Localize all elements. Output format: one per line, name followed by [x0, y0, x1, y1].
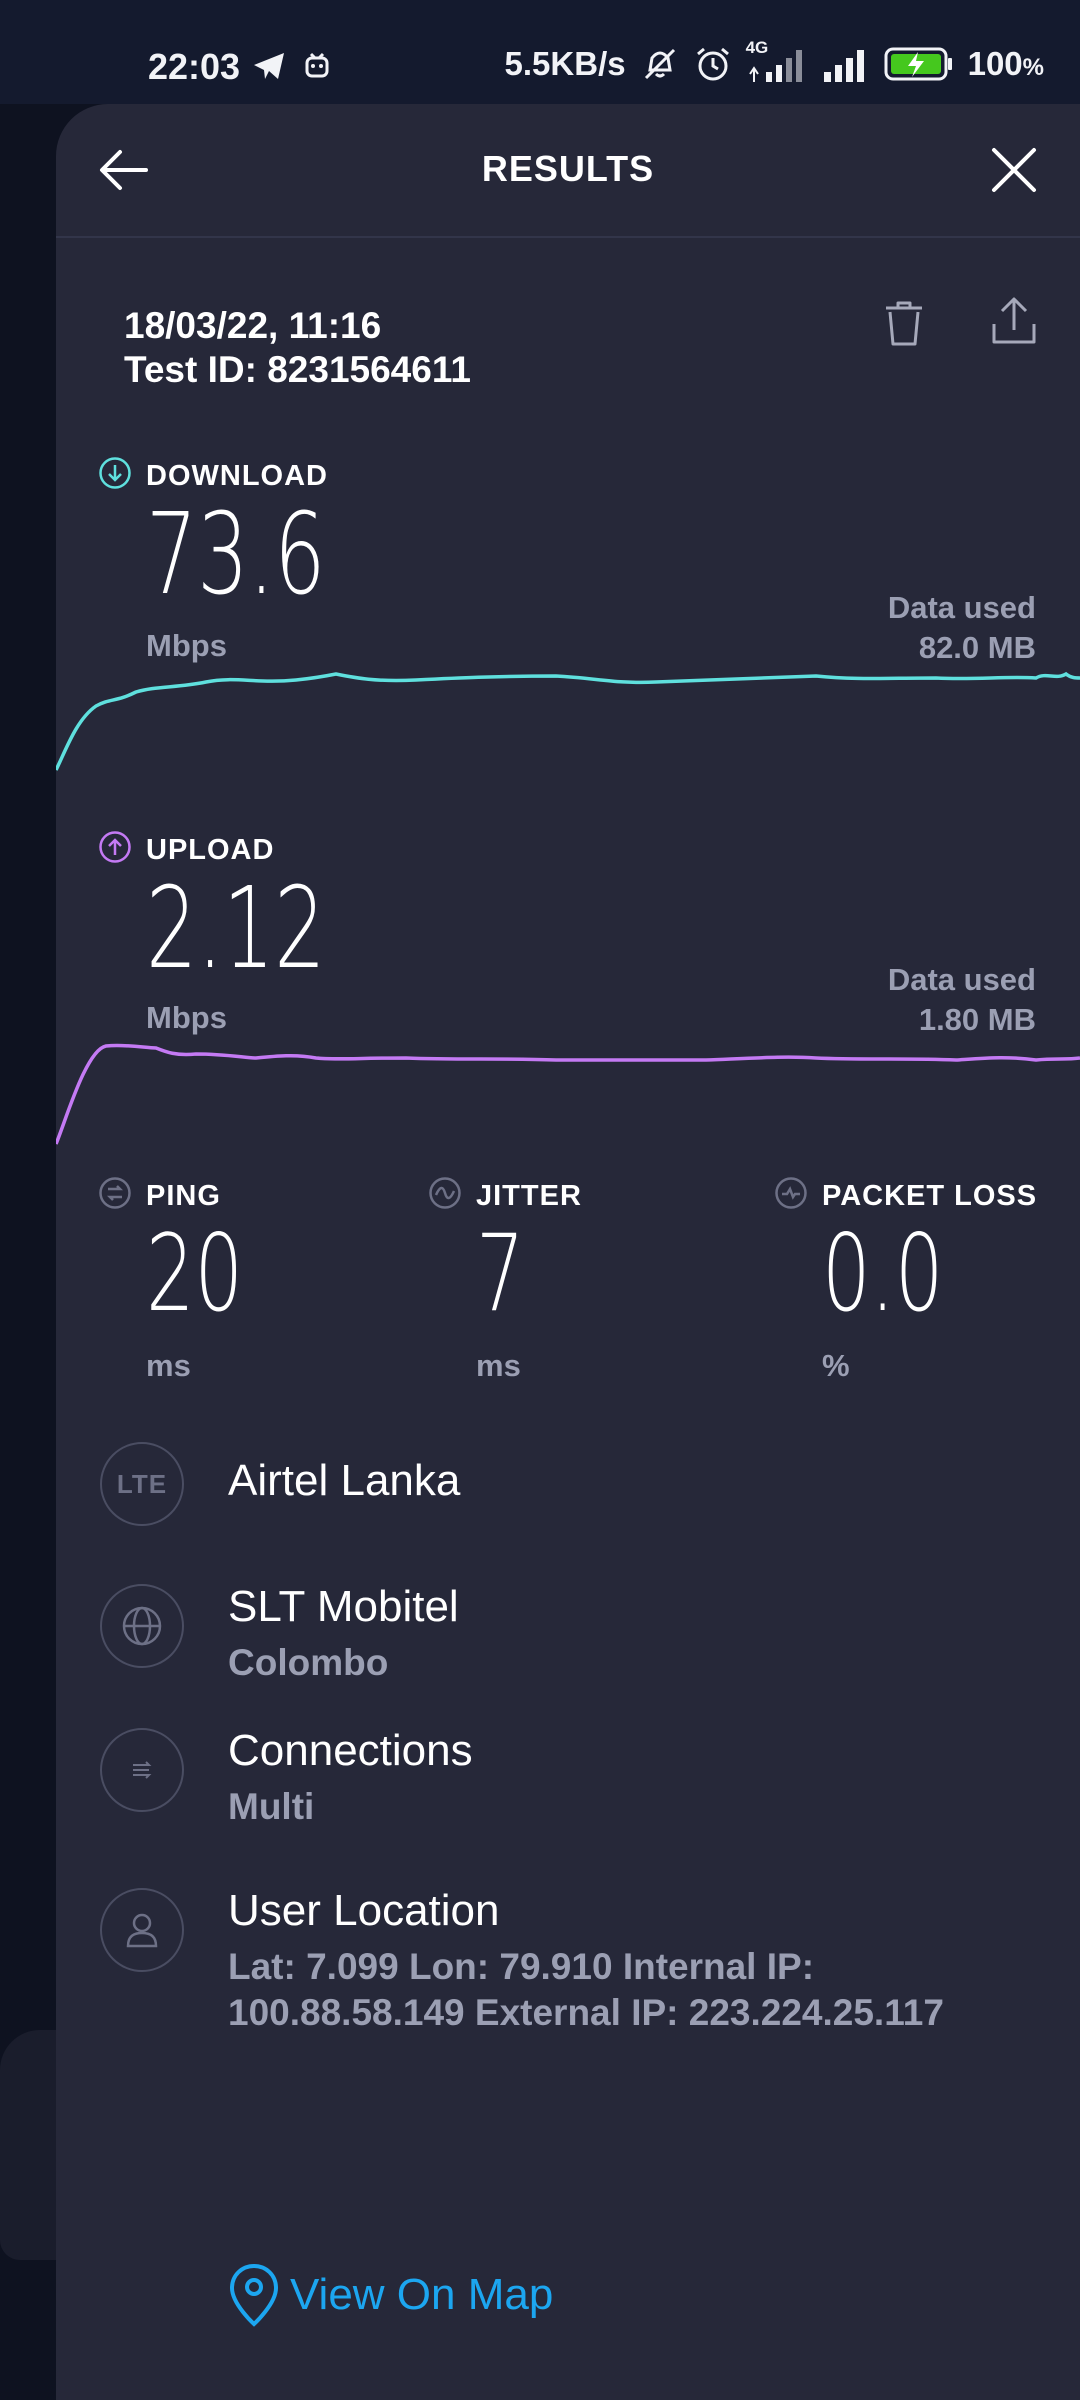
connections-title: Connections	[228, 1726, 473, 1775]
user-location-title: User Location	[228, 1886, 500, 1935]
upload-value: 2.12	[146, 864, 326, 994]
test-id: Test ID: 8231564611	[124, 349, 471, 390]
jitter-label: JITTER	[476, 1180, 582, 1212]
view-on-map-label: View On Map	[290, 2270, 554, 2319]
ping-label: PING	[146, 1180, 221, 1212]
globe-icon	[100, 1584, 184, 1668]
connections-mode: Multi	[228, 1786, 315, 1827]
ping-unit: ms	[146, 1348, 191, 1383]
user-location-details: Lat: 7.099 Lon: 79.910 Internal IP: 100.…	[228, 1946, 944, 2033]
user-icon	[100, 1888, 184, 1972]
download-label: DOWNLOAD	[146, 460, 328, 492]
map-pin-icon	[229, 2263, 279, 2327]
battery-charging-icon	[884, 47, 952, 81]
carrier-name: Airtel Lanka	[228, 1456, 461, 1505]
lte-icon: LTE	[100, 1442, 184, 1526]
upload-label: UPLOAD	[146, 834, 275, 866]
jitter-value: 7	[476, 1212, 525, 1335]
status-bar: 22:03 5.5KB/s 4G 100%	[0, 0, 1080, 104]
connections-icon	[100, 1728, 184, 1812]
mute-icon	[644, 48, 675, 80]
download-speed-graph	[56, 671, 1080, 771]
page-title: RESULTS	[481, 148, 655, 189]
download-value: 73.6	[146, 490, 326, 620]
test-info: 18/03/22, 11:16 Test ID: 8231564611	[124, 304, 471, 392]
packet-loss-icon	[775, 1177, 807, 1209]
status-right-icons: 5.5KB/s 4G 100%	[504, 38, 1044, 84]
jitter-icon	[429, 1177, 461, 1209]
delete-icon[interactable]	[876, 296, 932, 352]
jitter-unit: ms	[476, 1348, 521, 1383]
signal-icon	[823, 50, 864, 82]
test-datetime: 18/03/22, 11:16	[124, 305, 382, 346]
view-on-map-link[interactable]: View On Map	[226, 2262, 553, 2328]
upload-speed-graph	[56, 1043, 1080, 1145]
alarm-icon	[696, 47, 729, 81]
packet-loss-value: 0.0	[822, 1212, 944, 1335]
assistant-icon	[305, 52, 329, 78]
upload-icon	[99, 831, 131, 863]
download-icon	[99, 457, 131, 489]
server-name: SLT Mobitel	[228, 1582, 459, 1631]
packet-loss-unit: %	[822, 1348, 850, 1383]
ping-icon	[99, 1177, 131, 1209]
ping-value: 20	[146, 1212, 244, 1335]
status-time: 22:03	[148, 46, 241, 87]
telegram-icon	[254, 53, 284, 79]
close-icon[interactable]	[984, 140, 1044, 200]
status-left-icons	[252, 50, 332, 82]
share-icon[interactable]	[986, 294, 1042, 350]
background-card-edge	[0, 2030, 56, 2260]
packet-loss-label: PACKET LOSS	[822, 1180, 1038, 1212]
net-speed: 5.5KB/s	[504, 45, 626, 82]
results-header: RESULTS	[56, 104, 1080, 238]
server-location: Colombo	[228, 1642, 389, 1683]
battery-level: 100%	[967, 45, 1044, 82]
signal-4g-icon: 4G	[746, 38, 808, 84]
